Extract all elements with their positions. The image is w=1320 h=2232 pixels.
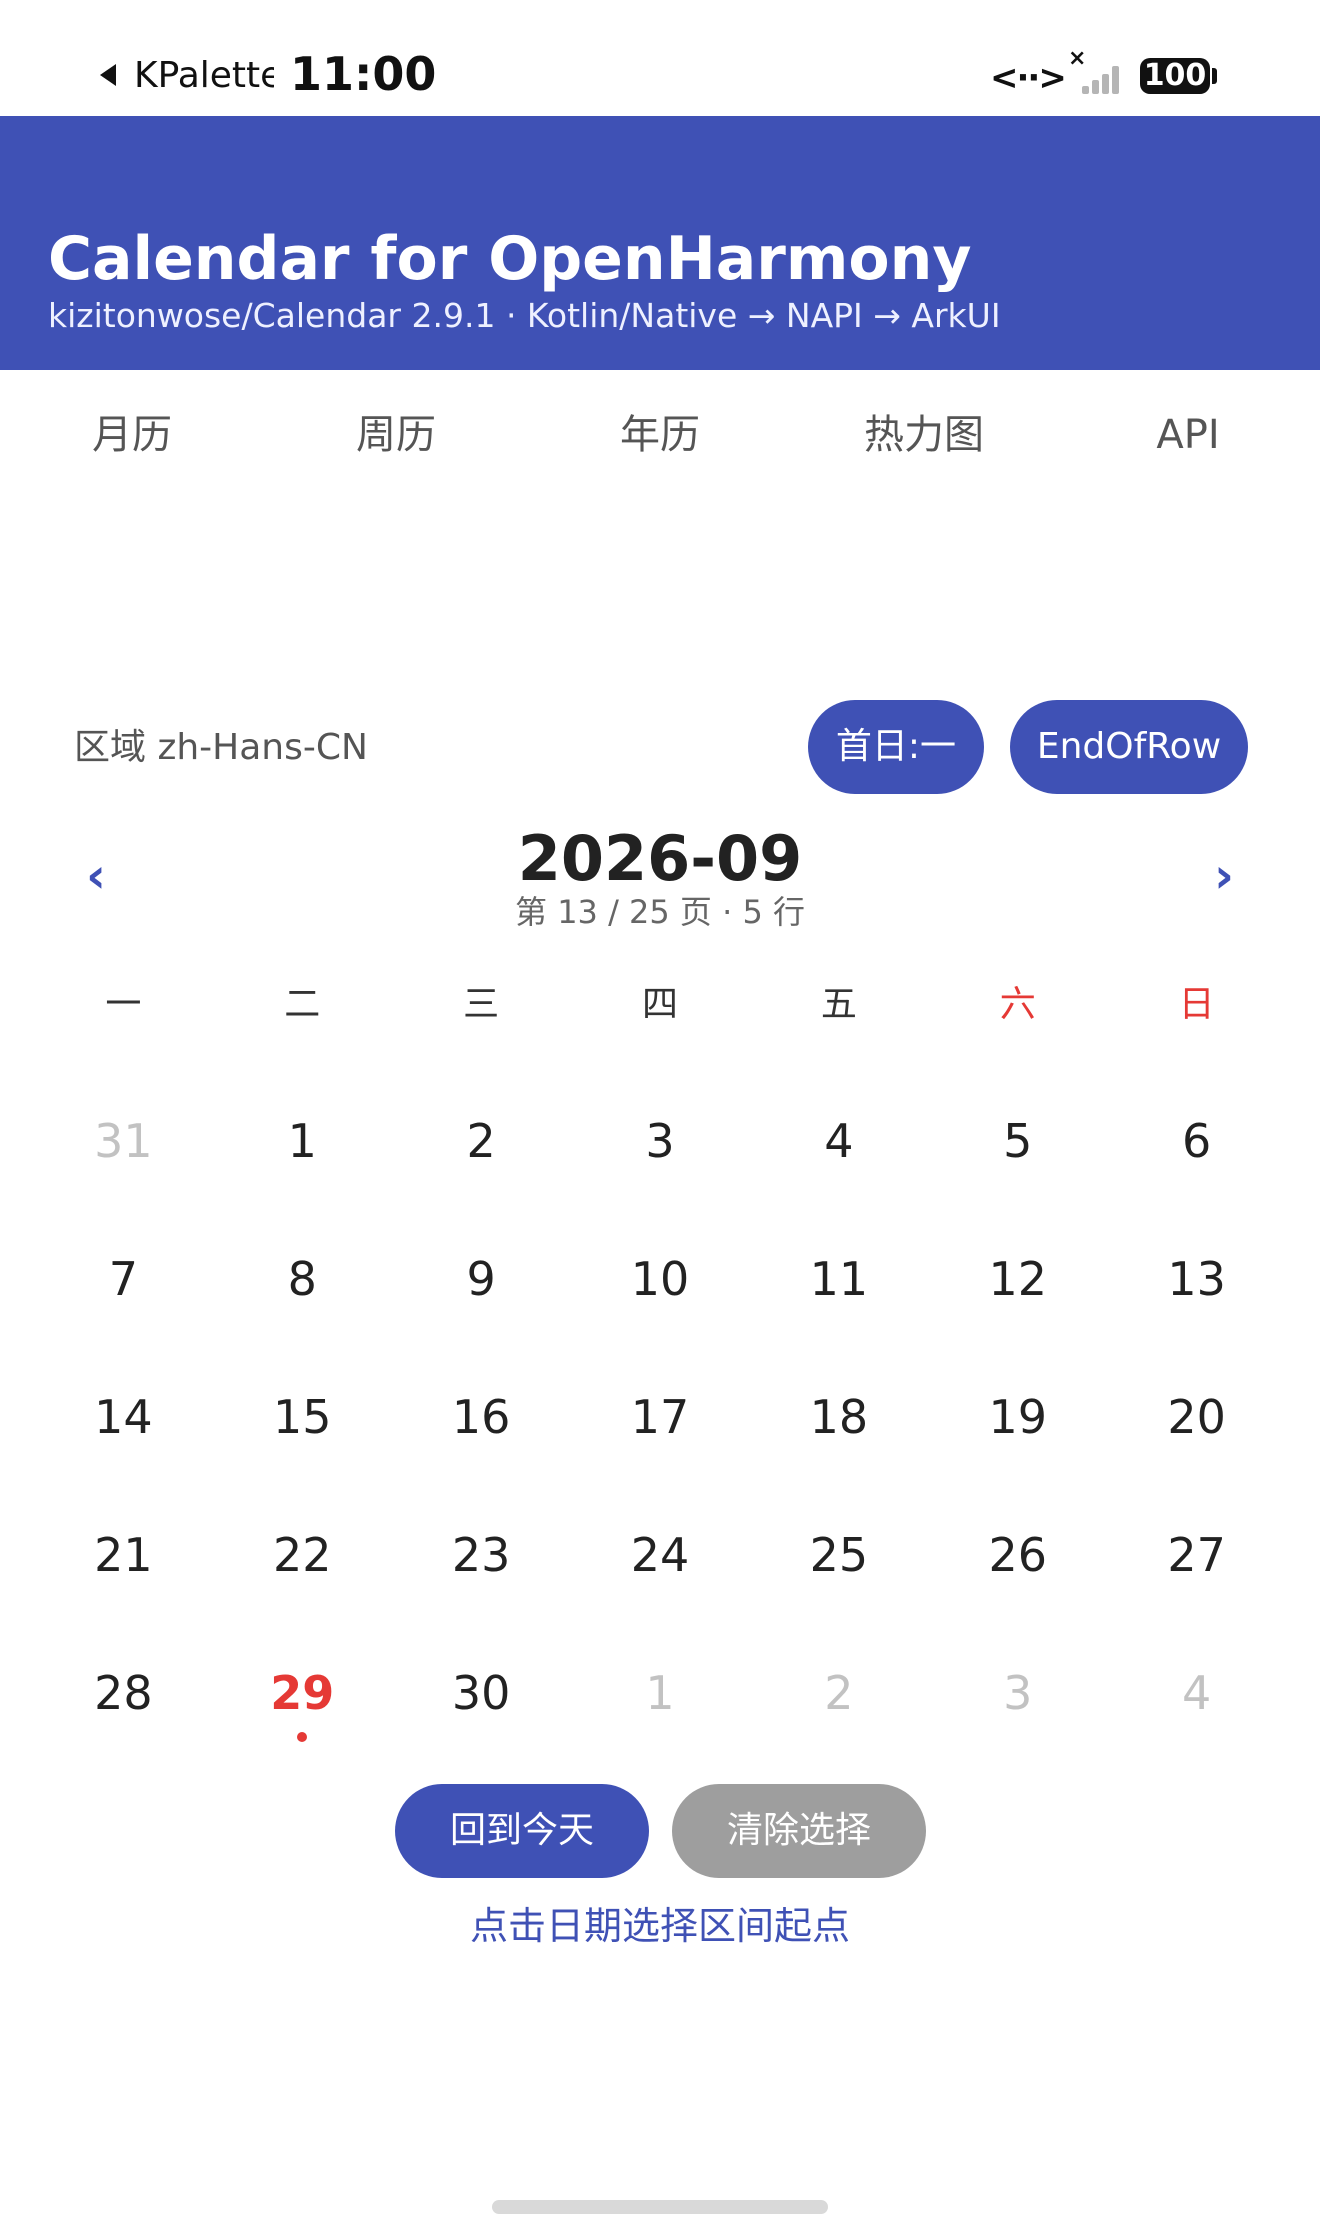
status-time: 11:00 (290, 47, 437, 101)
month-title: 2026-09 (517, 822, 803, 895)
day-cell[interactable]: 17 (571, 1348, 750, 1486)
day-cell[interactable]: 4 (1107, 1624, 1286, 1762)
month-page-info: 第 13 / 25 页 · 5 行 (515, 893, 805, 931)
status-app-name[interactable]: KPalette (134, 54, 274, 98)
action-row: 回到今天 清除选择 (0, 1784, 1320, 1880)
app-subtitle: kizitonwose/Calendar 2.9.1 · Kotlin/Nati… (48, 296, 1001, 335)
week-row: 21 22 23 24 25 26 27 (34, 1486, 1286, 1624)
day-cell[interactable]: 27 (1107, 1486, 1286, 1624)
day-cell[interactable]: 26 (928, 1486, 1107, 1624)
day-cell[interactable]: 30 (392, 1624, 571, 1762)
day-cell[interactable]: 1 (213, 1072, 392, 1210)
weekday-tue: 二 (284, 984, 321, 1025)
day-cell[interactable]: 23 (392, 1486, 571, 1624)
end-of-row-button[interactable]: EndOfRow (1010, 700, 1248, 794)
locale-row: 区域 zh-Hans-CN 首日:一 EndOfRow (0, 700, 1320, 796)
today-day-number: 29 (270, 1666, 335, 1720)
week-row: 31 1 2 3 4 5 6 (34, 1072, 1286, 1210)
day-cell[interactable]: 8 (213, 1210, 392, 1348)
locale-label: 区域 zh-Hans-CN (74, 727, 368, 768)
day-cell-today[interactable]: 29 (213, 1624, 392, 1762)
day-cell[interactable]: 20 (1107, 1348, 1286, 1486)
month-header: ‹ 2026-09 第 13 / 25 页 · 5 行 › (0, 820, 1320, 940)
day-cell[interactable]: 7 (34, 1210, 213, 1348)
day-cell[interactable]: 6 (1107, 1072, 1286, 1210)
week-row: 7 8 9 10 11 12 13 (34, 1210, 1286, 1348)
day-cell[interactable]: 9 (392, 1210, 571, 1348)
day-cell[interactable]: 14 (34, 1348, 213, 1486)
day-cell[interactable]: 10 (571, 1210, 750, 1348)
calendar-grid: 31 1 2 3 4 5 6 7 8 9 10 11 12 13 14 15 1… (34, 1072, 1286, 1762)
day-cell[interactable]: 5 (928, 1072, 1107, 1210)
back-arrow-icon[interactable] (100, 64, 116, 86)
day-cell[interactable]: 3 (571, 1072, 750, 1210)
day-cell[interactable]: 24 (571, 1486, 750, 1624)
back-to-today-button[interactable]: 回到今天 (395, 1784, 649, 1878)
battery-icon: 100 (1140, 58, 1210, 94)
tab-bar: 月历 周历 年历 热力图 API (0, 370, 1320, 500)
weekday-thu: 四 (642, 984, 679, 1025)
first-day-button[interactable]: 首日:一 (808, 700, 984, 794)
weekday-sat: 六 (999, 984, 1036, 1025)
tab-month[interactable]: 月历 (0, 370, 264, 500)
clear-selection-button[interactable]: 清除选择 (672, 1784, 926, 1878)
day-cell[interactable]: 22 (213, 1486, 392, 1624)
tab-year[interactable]: 年历 (528, 370, 792, 500)
today-dot-icon (297, 1732, 308, 1742)
weekday-wed: 三 (463, 984, 500, 1025)
selection-hint: 点击日期选择区间起点 (469, 1904, 850, 1948)
day-cell[interactable]: 28 (34, 1624, 213, 1762)
day-cell[interactable]: 2 (392, 1072, 571, 1210)
day-cell[interactable]: 15 (213, 1348, 392, 1486)
day-cell[interactable]: 13 (1107, 1210, 1286, 1348)
week-row: 28 29 30 1 2 3 4 (34, 1624, 1286, 1762)
day-cell[interactable]: 25 (749, 1486, 928, 1624)
day-cell[interactable]: 2 (749, 1624, 928, 1762)
day-cell[interactable]: 4 (749, 1072, 928, 1210)
day-cell[interactable]: 19 (928, 1348, 1107, 1486)
signal-icon: × (1068, 46, 1128, 98)
tab-heatmap[interactable]: 热力图 (792, 370, 1056, 500)
day-cell[interactable]: 1 (571, 1624, 750, 1762)
day-cell[interactable]: 11 (749, 1210, 928, 1348)
weekday-fri: 五 (820, 984, 857, 1025)
day-cell[interactable]: 21 (34, 1486, 213, 1624)
chevron-right-icon[interactable]: › (1194, 846, 1254, 906)
week-row: 14 15 16 17 18 19 20 (34, 1348, 1286, 1486)
day-cell[interactable]: 16 (392, 1348, 571, 1486)
status-indicators: <··> × 100 (990, 46, 1230, 102)
day-cell[interactable]: 18 (749, 1348, 928, 1486)
day-cell[interactable]: 31 (34, 1072, 213, 1210)
weekday-sun: 日 (1178, 984, 1215, 1025)
chevron-left-icon[interactable]: ‹ (66, 846, 126, 906)
tab-week[interactable]: 周历 (264, 370, 528, 500)
app-header: Calendar for OpenHarmony kizitonwose/Cal… (0, 116, 1320, 370)
network-icon: <··> (990, 58, 1067, 98)
app-title: Calendar for OpenHarmony (48, 224, 972, 294)
battery-tip (1212, 68, 1217, 84)
weekday-mon: 一 (105, 984, 142, 1025)
status-bar: KPalette 11:00 <··> × 100 (0, 0, 1320, 116)
tab-api[interactable]: API (1056, 370, 1320, 500)
day-cell[interactable]: 3 (928, 1624, 1107, 1762)
day-cell[interactable]: 12 (928, 1210, 1107, 1348)
home-indicator[interactable] (492, 2200, 828, 2214)
weekday-header: 一 二 三 四 五 六 日 (34, 970, 1286, 1040)
